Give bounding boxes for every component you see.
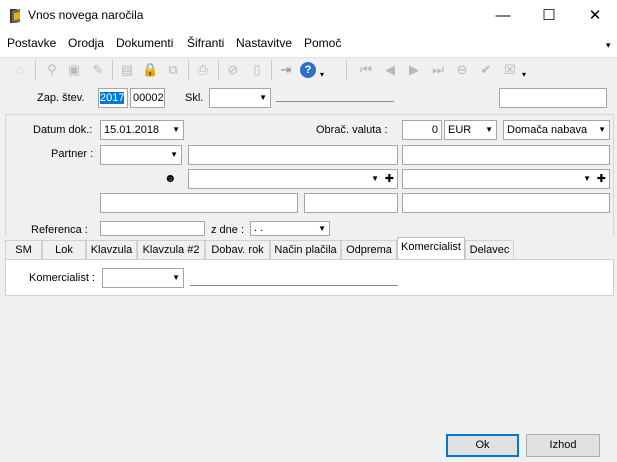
zap-stev-label: Zap. štev. — [37, 92, 85, 104]
valuta-code-combo[interactable]: EUR ▼ — [444, 120, 497, 140]
print-icon[interactable]: ⎙ — [195, 62, 211, 78]
komercialist-description — [190, 285, 398, 286]
menu-dokumenti[interactable]: Dokumenti — [116, 36, 173, 50]
chevron-down-icon: ▼ — [259, 93, 267, 102]
contact-person-icon[interactable]: ☻ — [164, 171, 177, 185]
chevron-down-icon: ▼ — [583, 174, 591, 183]
exit-button[interactable]: Izhod — [526, 434, 600, 457]
tab-nacin-placila[interactable]: Način plačila — [270, 240, 341, 259]
close-doc-icon[interactable]: ☒ — [502, 62, 518, 78]
z-dne-value: . . — [254, 222, 264, 234]
referenca-label: Referenca : — [31, 224, 88, 236]
datum-value: 15.01.2018 — [104, 124, 160, 136]
maximize-button[interactable]: ☐ — [526, 0, 572, 32]
toolbar-separator — [271, 60, 272, 80]
number-field[interactable]: 00002 — [130, 88, 165, 108]
nabava-combo[interactable]: Domača nabava ▼ — [503, 120, 610, 140]
z-dne-label: z dne : — [211, 224, 245, 236]
next-icon[interactable]: ▶ — [406, 62, 422, 78]
last-icon[interactable]: ⏭ — [430, 62, 446, 78]
chevron-down-icon: ▼ — [318, 224, 326, 233]
chevron-down-icon: ▼ — [485, 125, 493, 134]
delete-icon[interactable]: ▤ — [119, 62, 135, 78]
partner-combo[interactable]: ▼ — [100, 145, 182, 165]
partner-extra-field[interactable] — [402, 145, 610, 165]
datum-combo[interactable]: 15.01.2018 ▼ — [100, 120, 184, 140]
year-value: 2017 — [100, 92, 125, 104]
extra-field[interactable] — [499, 88, 607, 108]
tab-lok[interactable]: Lok — [42, 240, 86, 259]
app-icon — [10, 9, 20, 23]
tab-dobav-rok[interactable]: Dobav. rok — [205, 240, 270, 259]
toolbar-overflow-icon[interactable]: ▾ — [522, 70, 526, 79]
valuta-amount-field[interactable]: 0 — [402, 120, 442, 140]
partner-name-field[interactable] — [188, 145, 398, 165]
skl-description — [276, 101, 394, 102]
komercialist-combo[interactable]: ▼ — [102, 268, 184, 288]
menu-sifranti[interactable]: Šifranti — [187, 36, 224, 50]
valuta-code-value: EUR — [448, 124, 472, 136]
add-icon[interactable]: ✚ — [385, 170, 394, 188]
z-dne-combo[interactable]: . . ▼ — [250, 221, 330, 236]
post-field[interactable] — [304, 193, 398, 213]
tab-delavec[interactable]: Delavec — [465, 240, 514, 259]
valuta-label: Obrač. valuta : — [316, 124, 388, 136]
toolbar-separator — [188, 60, 189, 80]
referenca-field[interactable] — [100, 221, 205, 236]
close-button[interactable]: ✕ — [572, 0, 617, 32]
toolbar-separator — [218, 60, 219, 80]
minimize-button[interactable]: — — [480, 0, 526, 32]
attach-icon[interactable]: ⊘ — [225, 62, 241, 78]
toolbar-separator — [35, 60, 36, 80]
contact2-combo[interactable]: ▼ ✚ — [402, 169, 610, 189]
window-title: Vnos novega naročila — [28, 8, 144, 22]
chevron-down-icon: ▼ — [170, 150, 178, 159]
help-dropdown-icon[interactable]: ▾ — [320, 70, 324, 79]
menu-postavke[interactable]: Postavke — [7, 36, 56, 50]
pin-icon[interactable]: ⚲ — [44, 62, 60, 78]
refresh-icon[interactable]: ◌ — [12, 62, 28, 78]
skl-combo[interactable]: ▼ — [209, 88, 271, 108]
export-icon[interactable]: ⇥ — [278, 62, 294, 78]
first-icon[interactable]: ⏮ — [358, 62, 374, 78]
cancel-icon[interactable]: ⊖ — [454, 62, 470, 78]
year-field[interactable]: 2017 — [98, 88, 128, 108]
toolbar-separator — [112, 60, 113, 80]
chevron-down-icon: ▼ — [172, 273, 180, 282]
tab-klavzula[interactable]: Klavzula — [86, 240, 137, 259]
chevron-down-icon: ▼ — [598, 125, 606, 134]
erase-icon[interactable]: ✎ — [90, 62, 106, 78]
komercialist-label: Komercialist : — [29, 272, 96, 284]
menu-pomoc[interactable]: Pomoč — [304, 36, 341, 50]
chevron-down-icon: ▼ — [172, 125, 180, 134]
tab-klavzula-2[interactable]: Klavzula #2 — [137, 240, 205, 259]
prev-icon[interactable]: ◀ — [382, 62, 398, 78]
menu-orodja[interactable]: Orodja — [68, 36, 104, 50]
datum-label: Datum dok.: — [33, 124, 93, 136]
city-field[interactable] — [402, 193, 610, 213]
tab-odprema[interactable]: Odprema — [341, 240, 397, 259]
nabava-value: Domača nabava — [507, 124, 588, 136]
tab-panel — [5, 259, 614, 296]
tab-komercialist[interactable]: Komercialist — [397, 237, 465, 259]
partner-label: Partner : — [51, 148, 94, 160]
toolbar-separator — [346, 60, 347, 80]
lock-icon[interactable]: 🔒 — [142, 62, 158, 78]
chevron-down-icon: ▼ — [371, 174, 379, 183]
contact-combo[interactable]: ▼ ✚ — [188, 169, 398, 189]
skl-label: Skl. — [185, 92, 204, 104]
menu-overflow-icon[interactable]: ▾ — [606, 40, 611, 51]
address-field[interactable] — [100, 193, 298, 213]
copy-icon[interactable]: ⧉ — [165, 62, 181, 78]
add-icon[interactable]: ✚ — [597, 170, 606, 188]
help-icon[interactable]: ? — [300, 62, 316, 78]
confirm-icon[interactable]: ✔ — [478, 62, 494, 78]
tab-sm[interactable]: SM — [5, 240, 42, 259]
ok-button[interactable]: Ok — [446, 434, 519, 457]
save-icon[interactable]: ▣ — [66, 62, 82, 78]
document-icon[interactable]: ▯ — [249, 62, 265, 78]
menu-nastavitve[interactable]: Nastavitve — [236, 36, 292, 50]
